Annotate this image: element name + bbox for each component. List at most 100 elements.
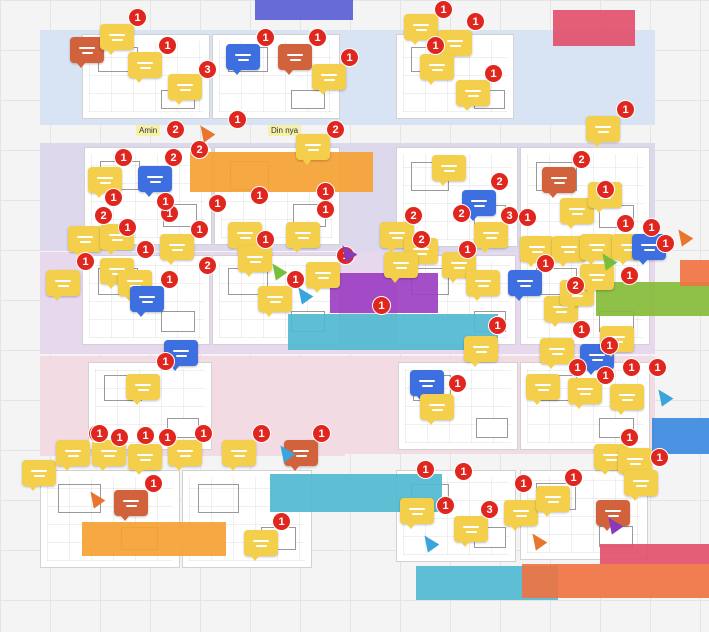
comment-count-badge[interactable]: 1 xyxy=(642,218,661,237)
comment-count-badge[interactable]: 1 xyxy=(252,424,271,443)
comment-note[interactable] xyxy=(540,338,574,369)
comment-note[interactable] xyxy=(128,444,162,475)
comment-note[interactable] xyxy=(70,37,104,68)
comment-count-badge[interactable]: 1 xyxy=(600,336,619,355)
comment-count-badge[interactable]: 3 xyxy=(198,60,217,79)
comment-note[interactable] xyxy=(306,262,340,293)
comment-count-badge[interactable]: 3 xyxy=(500,206,519,225)
comment-note[interactable] xyxy=(226,44,260,75)
comment-count-badge[interactable]: 1 xyxy=(160,270,179,289)
comment-count-badge[interactable]: 1 xyxy=(656,234,675,253)
color-block[interactable] xyxy=(522,564,709,598)
comment-count-badge[interactable]: 1 xyxy=(622,358,641,377)
comment-count-badge[interactable]: 1 xyxy=(250,186,269,205)
comment-note[interactable] xyxy=(126,374,160,405)
comment-note[interactable] xyxy=(56,440,90,471)
comment-count-badge[interactable]: 2 xyxy=(166,120,185,139)
comment-note[interactable] xyxy=(114,490,148,521)
comment-count-badge[interactable]: 1 xyxy=(144,474,163,493)
comment-count-badge[interactable]: 1 xyxy=(76,252,95,271)
comment-note[interactable] xyxy=(312,64,346,95)
comment-count-badge[interactable]: 1 xyxy=(484,64,503,83)
comment-note[interactable] xyxy=(244,530,278,561)
color-block[interactable] xyxy=(255,0,353,20)
comment-count-badge[interactable]: 1 xyxy=(572,320,591,339)
comment-count-badge[interactable]: 1 xyxy=(208,194,227,213)
whiteboard-canvas[interactable]: Amin Din nya 1 1 1 3 1 1 1 1 1 1 1 2 1 2 2 2 2 2 1 2 1 1 1 1 2 2 2 3 1… xyxy=(0,0,709,632)
comment-note[interactable] xyxy=(610,384,644,415)
comment-count-badge[interactable]: 1 xyxy=(536,254,555,273)
comment-note[interactable] xyxy=(100,24,134,55)
comment-count-badge[interactable]: 1 xyxy=(596,180,615,199)
comment-note[interactable] xyxy=(128,52,162,83)
comment-count-badge[interactable]: 1 xyxy=(466,12,485,31)
color-block[interactable] xyxy=(82,522,226,556)
comment-count-badge[interactable]: 1 xyxy=(448,374,467,393)
comment-note[interactable] xyxy=(168,74,202,105)
comment-count-badge[interactable]: 1 xyxy=(416,460,435,479)
comment-note[interactable] xyxy=(504,500,538,531)
comment-count-badge[interactable]: 1 xyxy=(596,366,615,385)
comment-count-badge[interactable]: 2 xyxy=(164,148,183,167)
comment-count-badge[interactable]: 1 xyxy=(156,352,175,371)
comment-count-badge[interactable]: 1 xyxy=(514,474,533,493)
comment-count-badge[interactable]: 1 xyxy=(256,230,275,249)
comment-count-badge[interactable]: 1 xyxy=(620,266,639,285)
comment-note[interactable] xyxy=(410,370,444,401)
comment-count-badge[interactable]: 2 xyxy=(566,276,585,295)
comment-count-badge[interactable]: 1 xyxy=(312,424,331,443)
comment-count-badge[interactable]: 1 xyxy=(158,36,177,55)
comment-note[interactable] xyxy=(400,498,434,529)
comment-count-badge[interactable]: 1 xyxy=(620,428,639,447)
comment-count-badge[interactable]: 1 xyxy=(340,48,359,67)
comment-note[interactable] xyxy=(420,54,454,85)
comment-count-badge[interactable]: 1 xyxy=(194,424,213,443)
comment-note[interactable] xyxy=(68,226,102,257)
comment-count-badge[interactable]: 1 xyxy=(458,240,477,259)
color-block[interactable] xyxy=(190,152,373,192)
comment-count-badge[interactable]: 1 xyxy=(190,220,209,239)
color-block[interactable] xyxy=(600,544,709,564)
comment-count-badge[interactable]: 1 xyxy=(156,192,175,211)
comment-count-badge[interactable]: 1 xyxy=(616,214,635,233)
comment-note[interactable] xyxy=(420,394,454,425)
comment-count-badge[interactable]: 1 xyxy=(316,182,335,201)
comment-note[interactable] xyxy=(466,270,500,301)
comment-count-badge[interactable]: 2 xyxy=(490,172,509,191)
comment-count-badge[interactable]: 1 xyxy=(272,512,291,531)
comment-note[interactable] xyxy=(46,270,80,301)
comment-note[interactable] xyxy=(456,80,490,111)
comment-count-badge[interactable]: 1 xyxy=(308,28,327,47)
comment-count-badge[interactable]: 1 xyxy=(518,208,537,227)
comment-note[interactable] xyxy=(160,234,194,265)
comment-count-badge[interactable]: 1 xyxy=(568,358,587,377)
comment-note[interactable] xyxy=(278,44,312,75)
comment-note[interactable] xyxy=(526,374,560,405)
color-block[interactable] xyxy=(680,260,709,286)
comment-note[interactable] xyxy=(536,486,570,517)
comment-count-badge[interactable]: 1 xyxy=(436,496,455,515)
comment-count-badge[interactable]: 1 xyxy=(228,110,247,129)
comment-note[interactable] xyxy=(586,116,620,147)
comment-count-badge[interactable]: 1 xyxy=(454,462,473,481)
color-block[interactable] xyxy=(553,10,635,46)
comment-count-badge[interactable]: 1 xyxy=(114,148,133,167)
comment-count-badge[interactable]: 1 xyxy=(158,428,177,447)
comment-note[interactable] xyxy=(542,167,576,198)
comment-note[interactable] xyxy=(258,286,292,317)
comment-note[interactable] xyxy=(464,336,498,367)
comment-note[interactable] xyxy=(296,134,330,165)
comment-note[interactable] xyxy=(568,378,602,409)
comment-count-badge[interactable]: 1 xyxy=(650,448,669,467)
comment-count-badge[interactable]: 1 xyxy=(90,424,109,443)
comment-count-badge[interactable]: 1 xyxy=(648,358,667,377)
comment-count-badge[interactable]: 1 xyxy=(434,0,453,19)
comment-note[interactable] xyxy=(508,270,542,301)
comment-count-badge[interactable]: 1 xyxy=(316,200,335,219)
comment-count-badge[interactable]: 2 xyxy=(572,150,591,169)
comment-count-badge[interactable]: 1 xyxy=(128,8,147,27)
comment-note[interactable] xyxy=(222,440,256,471)
comment-note[interactable] xyxy=(22,460,56,491)
comment-count-badge[interactable]: 2 xyxy=(190,140,209,159)
comment-note[interactable] xyxy=(138,166,172,197)
